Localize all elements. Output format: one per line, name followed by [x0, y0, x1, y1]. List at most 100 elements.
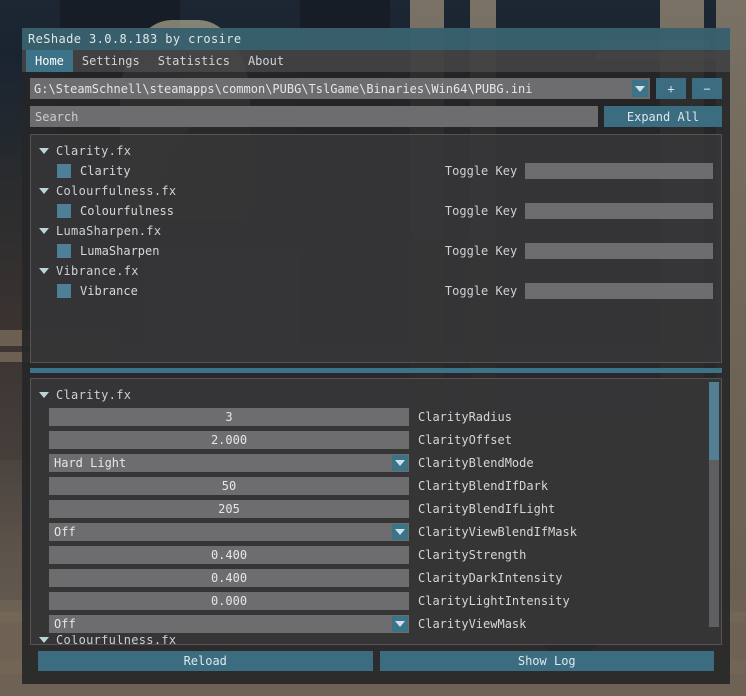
reshade-window: ReShade 3.0.8.183 by crosire Home Settin…	[22, 28, 730, 684]
variables-scrollbar-thumb[interactable]	[709, 382, 719, 460]
effect-file-name: LumaSharpen.fx	[56, 224, 162, 238]
variable-combo[interactable]: Off	[49, 614, 409, 633]
expand-all-button[interactable]: Expand All	[604, 106, 722, 127]
variable-row: 0.000 ClarityLightIntensity	[39, 589, 713, 612]
tab-statistics-label: Statistics	[157, 54, 230, 68]
show-log-button[interactable]: Show Log	[379, 651, 714, 671]
window-title: ReShade 3.0.8.183 by crosire	[28, 32, 242, 46]
tab-about-label: About	[247, 54, 285, 68]
variable-slider[interactable]: 205	[49, 499, 409, 518]
tab-bar: Home Settings Statistics About	[22, 50, 730, 72]
effect-file-header[interactable]: Colourfulness.fx	[39, 181, 713, 201]
tab-home-label: Home	[35, 54, 64, 68]
effect-file-header[interactable]: Clarity.fx	[39, 141, 713, 161]
variable-combo-value: Off	[54, 524, 76, 539]
variables-scrollbar[interactable]	[709, 382, 719, 627]
variable-row: 2.000 ClarityOffset	[39, 428, 713, 451]
variable-slider[interactable]: 3	[49, 407, 409, 426]
variable-row: Off ClarityViewBlendIfMask	[39, 520, 713, 543]
chevron-down-icon[interactable]	[392, 615, 408, 632]
variables-panel: Clarity.fx 3 ClarityRadius 2.000 Clarity…	[30, 378, 722, 645]
effect-row: Colourfulness Toggle Key	[39, 201, 713, 221]
variable-label: ClarityBlendIfDark	[418, 478, 549, 493]
preset-row: G:\SteamSchnell\steamapps\common\PUBG\Ts…	[30, 78, 722, 99]
effect-file-header[interactable]: Vibrance.fx	[39, 261, 713, 281]
preset-path-combo[interactable]: G:\SteamSchnell\steamapps\common\PUBG\Ts…	[30, 78, 650, 99]
tab-settings[interactable]: Settings	[73, 50, 149, 72]
effect-technique-label: Vibrance	[80, 284, 138, 298]
toggle-key-input[interactable]	[525, 243, 713, 259]
variable-label: ClarityViewMask	[418, 616, 527, 631]
effect-row: LumaSharpen Toggle Key	[39, 241, 713, 261]
variable-combo-value: Hard Light	[54, 455, 127, 470]
effect-file-header[interactable]: LumaSharpen.fx	[39, 221, 713, 241]
toggle-key-input[interactable]	[525, 283, 713, 299]
variable-label: ClarityBlendIfLight	[418, 501, 556, 516]
variable-label: ClarityBlendMode	[418, 455, 534, 470]
tab-home[interactable]: Home	[26, 50, 73, 72]
effect-row: Vibrance Toggle Key	[39, 281, 713, 301]
variable-row: 0.400 ClarityDarkIntensity	[39, 566, 713, 589]
effect-file-name: Colourfulness.fx	[56, 184, 177, 198]
variable-slider[interactable]: 0.000	[49, 591, 409, 610]
variables-next-group-header[interactable]: Colourfulness.fx	[39, 635, 713, 645]
variable-row: Off ClarityViewMask	[39, 612, 713, 635]
toggle-key-input[interactable]	[525, 163, 713, 179]
variable-slider[interactable]: 50	[49, 476, 409, 495]
effect-file-name: Vibrance.fx	[56, 264, 139, 278]
variable-slider[interactable]: 0.400	[49, 545, 409, 564]
variable-combo[interactable]: Off	[49, 522, 409, 541]
toggle-key-label: Toggle Key	[444, 164, 518, 178]
caret-down-icon[interactable]	[39, 637, 49, 643]
add-preset-button[interactable]: +	[656, 78, 686, 99]
variable-slider[interactable]: 0.400	[49, 568, 409, 587]
caret-down-icon[interactable]	[39, 268, 49, 274]
toggle-key-input[interactable]	[525, 203, 713, 219]
effect-technique-label: LumaSharpen	[80, 244, 160, 258]
window-titlebar: ReShade 3.0.8.183 by crosire	[22, 28, 730, 50]
variables-group-name: Clarity.fx	[56, 388, 132, 402]
variable-row: Hard Light ClarityBlendMode	[39, 451, 713, 474]
variable-row: 3 ClarityRadius	[39, 405, 713, 428]
effect-technique-label: Clarity	[80, 164, 131, 178]
variables-group-header[interactable]: Clarity.fx	[39, 385, 713, 405]
toggle-key-label: Toggle Key	[444, 244, 518, 258]
tab-statistics[interactable]: Statistics	[149, 50, 239, 72]
caret-down-icon[interactable]	[39, 148, 49, 154]
toggle-key-label: Toggle Key	[444, 284, 518, 298]
effect-checkbox[interactable]	[57, 204, 71, 218]
tab-about[interactable]: About	[239, 50, 293, 72]
chevron-down-icon[interactable]	[392, 454, 408, 471]
effect-checkbox[interactable]	[57, 164, 71, 178]
search-input[interactable]: Search	[30, 106, 598, 127]
variable-label: ClarityStrength	[418, 547, 527, 562]
panel-splitter[interactable]	[30, 368, 722, 373]
effect-checkbox[interactable]	[57, 244, 71, 258]
tab-settings-label: Settings	[81, 54, 140, 68]
variable-row: 205 ClarityBlendIfLight	[39, 497, 713, 520]
variable-label: ClarityOffset	[418, 432, 512, 447]
caret-down-icon[interactable]	[39, 392, 49, 398]
toggle-key-label: Toggle Key	[444, 204, 518, 218]
remove-preset-button[interactable]: −	[692, 78, 722, 99]
variables-next-group-name: Colourfulness.fx	[56, 635, 177, 645]
variable-label: ClarityViewBlendIfMask	[418, 524, 577, 539]
chevron-down-icon[interactable]	[392, 523, 408, 540]
effect-technique-label: Colourfulness	[80, 204, 174, 218]
variable-label: ClarityRadius	[418, 409, 512, 424]
variable-row: 50 ClarityBlendIfDark	[39, 474, 713, 497]
effect-row: Clarity Toggle Key	[39, 161, 713, 181]
variable-combo[interactable]: Hard Light	[49, 453, 409, 472]
reload-button[interactable]: Reload	[38, 651, 373, 671]
preset-path-text: G:\SteamSchnell\steamapps\common\PUBG\Ts…	[34, 81, 533, 96]
effect-file-name: Clarity.fx	[56, 144, 132, 158]
variable-label: ClarityLightIntensity	[418, 593, 570, 608]
variable-row: 0.400 ClarityStrength	[39, 543, 713, 566]
variable-combo-value: Off	[54, 616, 76, 631]
effects-list-panel: Clarity.fx Clarity Toggle Key Colourfuln…	[30, 134, 722, 363]
effect-checkbox[interactable]	[57, 284, 71, 298]
variable-slider[interactable]: 2.000	[49, 430, 409, 449]
caret-down-icon[interactable]	[39, 188, 49, 194]
chevron-down-icon[interactable]	[632, 80, 648, 97]
caret-down-icon[interactable]	[39, 228, 49, 234]
